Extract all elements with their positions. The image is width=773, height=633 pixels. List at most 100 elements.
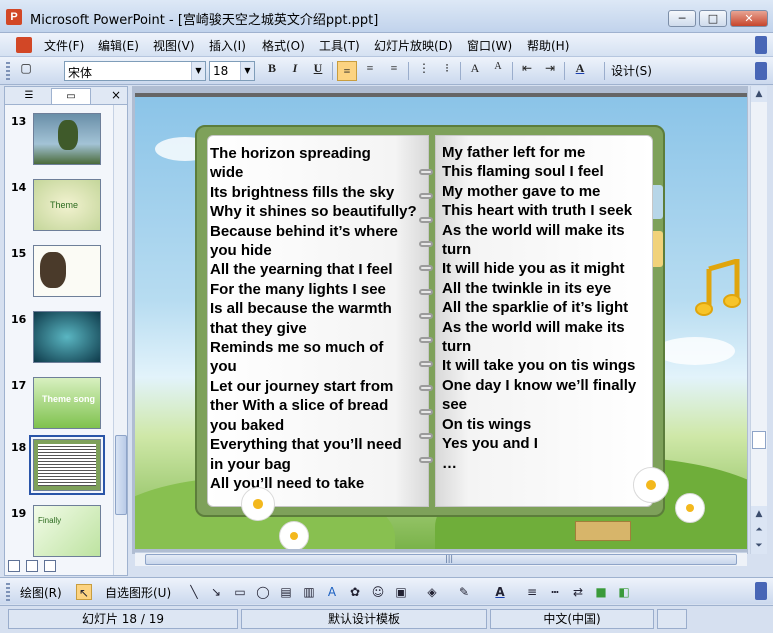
menu-format[interactable]: 格式(O) (262, 37, 305, 54)
slides-tab-icon[interactable]: ▭ (51, 88, 91, 104)
lyric-line: This flaming soul I feel (442, 163, 604, 181)
scroll-up-icon[interactable]: ▲ (751, 86, 767, 102)
lyric-line: Yes you and I (442, 435, 538, 453)
slide-sorter-view-icon[interactable] (25, 560, 38, 572)
new-file-icon[interactable]: ▢ (16, 61, 36, 81)
slides-panel-scrollbar[interactable] (113, 105, 127, 575)
draw-menu[interactable]: 绘图(R) (20, 584, 62, 601)
clipart-icon[interactable]: ☺ (370, 584, 386, 600)
lyric-line: … (442, 454, 457, 472)
lyric-line: Is all because the warmth (210, 300, 392, 318)
slide-thumbnail-13[interactable]: 13 (5, 113, 111, 175)
increase-indent-icon[interactable]: ⇥ (540, 61, 560, 81)
toolbar-grip[interactable] (6, 583, 10, 601)
next-slide-icon[interactable]: ⏷ (751, 538, 767, 554)
menu-slideshow[interactable]: 幻灯片放映(D) (374, 37, 453, 54)
lyrics-right-column[interactable]: My father left for me This flaming soul … (442, 143, 656, 473)
lyrics-left-column[interactable]: The horizon spreading wide Its brightnes… (210, 144, 432, 493)
line-tool-icon[interactable]: ╲ (186, 584, 202, 600)
wordart-icon[interactable]: A (324, 584, 340, 600)
maximize-button[interactable]: □ (699, 10, 727, 27)
toolbar-separator (564, 62, 565, 80)
menu-options-chevron[interactable] (755, 36, 767, 54)
slide-thumbnail-16[interactable]: 16 (5, 311, 111, 373)
increase-font-icon[interactable]: A (465, 61, 485, 81)
normal-view-icon[interactable] (8, 560, 20, 572)
numbered-list-icon[interactable]: ⋮ (414, 61, 434, 81)
menu-tools[interactable]: 工具(T) (319, 37, 360, 54)
line-style-icon[interactable]: ≡ (524, 584, 540, 600)
font-size-dropdown[interactable]: 18 ▼ (209, 61, 255, 81)
scrollbar-thumb[interactable] (145, 554, 737, 565)
rectangle-tool-icon[interactable]: ▭ (232, 584, 248, 600)
horizontal-scrollbar[interactable]: ||| (135, 552, 747, 566)
scroll-up-icon[interactable]: ▲ (751, 506, 767, 522)
font-color-icon[interactable]: A (492, 584, 508, 600)
font-name-value: 宋体 (68, 66, 93, 80)
minimize-button[interactable]: ─ (668, 10, 696, 27)
autoshapes-menu[interactable]: 自选图形(U) (105, 584, 171, 601)
select-pointer-icon[interactable]: ↖ (76, 584, 92, 600)
lyric-line: One day I know we’ll finally (442, 376, 637, 394)
slide-thumbnail-18[interactable]: 18 (5, 435, 111, 501)
thumbnail-title: Finally (38, 516, 62, 525)
outline-tab-icon[interactable]: ☰ (9, 88, 49, 104)
menu-insert[interactable]: 插入(I) (209, 37, 246, 54)
slide-thumbnail-17[interactable]: 17 Theme song (5, 377, 111, 439)
book-preview-shape (38, 444, 96, 486)
powerpoint-app-icon[interactable]: P (6, 9, 22, 25)
textbox-tool-icon[interactable]: ▤ (278, 584, 294, 600)
design-button[interactable]: 设计(S) (611, 62, 652, 79)
scrollbar-thumb[interactable] (115, 435, 127, 515)
fill-color-icon[interactable]: ◈ (424, 584, 440, 600)
formatting-toolbar: ▢ 宋体 ▼ 18 ▼ B I U ≡ ≡ ≡ ⋮ ⁝ A A ⇤ ⇥ A 设计… (0, 57, 773, 85)
arrow-tool-icon[interactable]: ↘ (208, 584, 224, 600)
menu-help[interactable]: 帮助(H) (527, 37, 569, 54)
italic-button[interactable]: I (285, 61, 305, 81)
lyric-line: All the yearning that I feel (210, 261, 393, 279)
underline-button[interactable]: U (308, 61, 328, 81)
dash-style-icon[interactable]: ┅ (547, 584, 563, 600)
close-button[interactable]: ✕ (730, 10, 768, 27)
lyric-line: This heart with truth I seek (442, 202, 633, 220)
align-center-button[interactable]: ≡ (360, 61, 380, 81)
toolbar-options-chevron[interactable] (755, 62, 767, 80)
3d-style-icon[interactable]: ◧ (616, 584, 632, 600)
align-right-button[interactable]: ≡ (384, 61, 404, 81)
align-left-button[interactable]: ≡ (337, 61, 357, 81)
shadow-style-icon[interactable]: ■ (593, 584, 609, 600)
decrease-font-icon[interactable]: A (488, 61, 508, 81)
slide-thumbnail-14[interactable]: 14 Theme (5, 179, 111, 241)
menu-view[interactable]: 视图(V) (153, 37, 195, 54)
picture-icon[interactable]: ▣ (393, 584, 409, 600)
lyric-line: ther With a slice of bread (210, 397, 389, 415)
document-icon[interactable] (16, 37, 32, 53)
menu-window[interactable]: 窗口(W) (467, 37, 512, 54)
font-name-dropdown[interactable]: 宋体 ▼ (64, 61, 206, 81)
slideshow-view-icon[interactable] (43, 560, 56, 572)
diagram-icon[interactable]: ✿ (347, 584, 363, 600)
oval-tool-icon[interactable]: ◯ (255, 584, 271, 600)
slide-number: 18 (11, 441, 27, 454)
font-color-icon[interactable]: A (570, 61, 590, 81)
toolbar-options-chevron[interactable] (755, 582, 767, 600)
design-template-name[interactable]: 默认设计模板 (241, 609, 487, 629)
menu-file[interactable]: 文件(F) (44, 37, 84, 54)
decrease-indent-icon[interactable]: ⇤ (517, 61, 537, 81)
vertical-scrollbar[interactable]: ▲ ▲ ⏶ ⏷ (750, 86, 767, 554)
bold-button[interactable]: B (262, 61, 282, 81)
toolbar-grip[interactable] (6, 62, 10, 80)
slide-canvas[interactable]: The horizon spreading wide Its brightnes… (135, 97, 747, 549)
previous-slide-icon[interactable]: ⏶ (751, 522, 767, 538)
slide-number: 14 (11, 181, 27, 194)
arrow-style-icon[interactable]: ⇄ (570, 584, 586, 600)
slide-thumbnail-19[interactable]: 19 Finally (5, 505, 111, 567)
vertical-textbox-icon[interactable]: ▥ (301, 584, 317, 600)
scrollbar-thumb[interactable] (752, 431, 766, 449)
menu-edit[interactable]: 编辑(E) (98, 37, 139, 54)
bullet-list-icon[interactable]: ⁝ (437, 61, 457, 81)
close-panel-icon[interactable]: × (111, 88, 121, 102)
line-color-icon[interactable]: ✎ (456, 584, 472, 600)
slide-thumbnail-15[interactable]: 15 (5, 245, 111, 307)
lyric-line: It will hide you as it might (442, 260, 625, 278)
